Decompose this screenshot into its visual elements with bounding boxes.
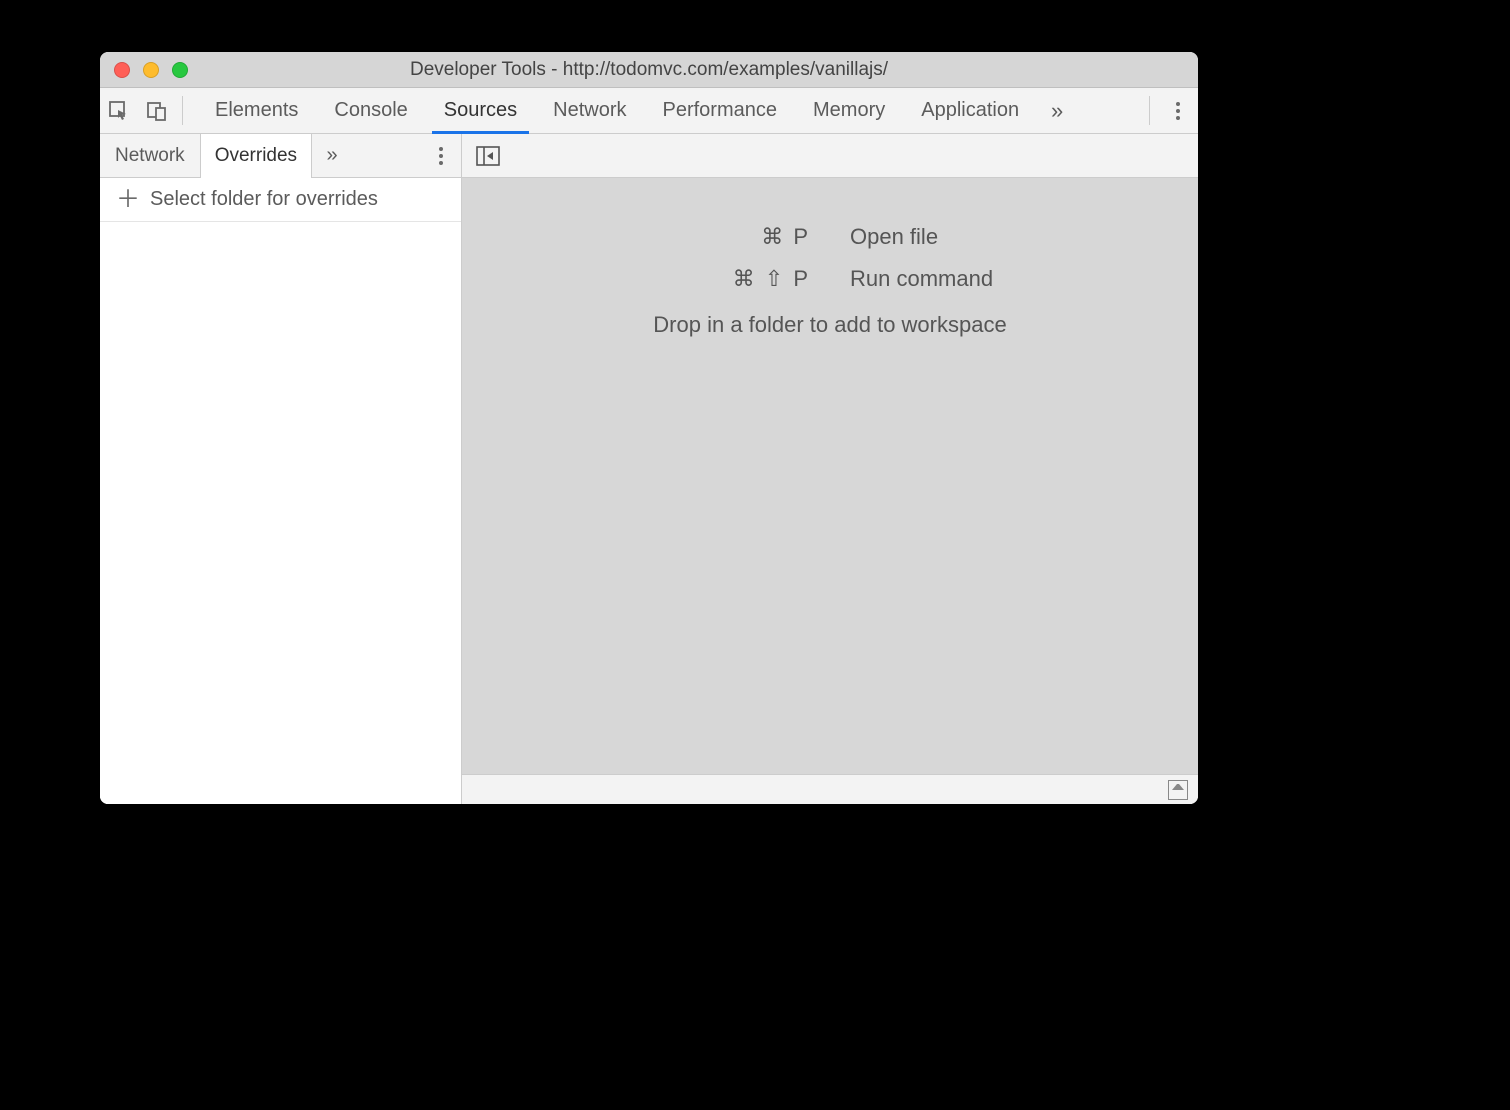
tab-sources[interactable]: Sources — [426, 88, 535, 133]
tab-label: Application — [921, 99, 1019, 122]
shortcut-keys: ⌘ ⇧ P — [462, 266, 810, 292]
tab-console[interactable]: Console — [316, 88, 425, 133]
tab-label: Console — [334, 99, 407, 122]
tabs-overflow-icon[interactable]: » — [1037, 88, 1077, 133]
show-drawer-icon[interactable] — [1168, 780, 1188, 800]
sidebar-tabstrip: Network Overrides » — [100, 134, 461, 178]
separator — [1149, 96, 1150, 125]
sources-sidebar: Network Overrides » ＋ Select folder for … — [100, 134, 462, 804]
tab-application[interactable]: Application — [903, 88, 1037, 133]
sidebar-menu-icon[interactable] — [421, 134, 461, 177]
panel-body: Network Overrides » ＋ Select folder for … — [100, 134, 1198, 804]
tab-network[interactable]: Network — [535, 88, 644, 133]
tab-label: Performance — [663, 99, 778, 122]
separator — [182, 96, 183, 125]
editor-area: ⌘ P Open file ⌘ ⇧ P Run command Drop in … — [462, 134, 1198, 804]
tab-label: Memory — [813, 99, 885, 122]
shortcut-run-command: ⌘ ⇧ P Run command — [462, 266, 1198, 292]
minimize-window-button[interactable] — [143, 62, 159, 78]
tab-memory[interactable]: Memory — [795, 88, 903, 133]
sidebar-tab-label: Overrides — [215, 145, 297, 167]
overrides-empty-area — [100, 222, 461, 804]
shortcut-open-file: ⌘ P Open file — [462, 224, 1198, 250]
device-toolbar-icon[interactable] — [138, 88, 176, 133]
close-window-button[interactable] — [114, 62, 130, 78]
tab-label: Network — [553, 99, 626, 122]
shortcut-keys: ⌘ P — [462, 224, 810, 250]
devtools-menu-icon[interactable] — [1158, 88, 1198, 133]
devtools-window: Developer Tools - http://todomvc.com/exa… — [100, 52, 1198, 804]
shortcut-label: Open file — [850, 224, 1198, 250]
window-controls — [100, 62, 188, 78]
tab-elements[interactable]: Elements — [197, 88, 316, 133]
sidebar-tab-overrides[interactable]: Overrides — [200, 134, 312, 177]
window-title: Developer Tools - http://todomvc.com/exa… — [100, 59, 1198, 81]
editor-empty-state: ⌘ P Open file ⌘ ⇧ P Run command Drop in … — [462, 178, 1198, 774]
sidebar-tab-network[interactable]: Network — [100, 134, 200, 177]
console-drawer-bar — [462, 774, 1198, 804]
plus-icon: ＋ — [116, 188, 140, 212]
editor-toolbar — [462, 134, 1198, 178]
titlebar: Developer Tools - http://todomvc.com/exa… — [100, 52, 1198, 88]
sidebar-tabs-overflow-icon[interactable]: » — [312, 134, 352, 177]
tab-label: Sources — [444, 99, 517, 122]
drop-folder-message: Drop in a folder to add to workspace — [653, 312, 1006, 338]
tab-performance[interactable]: Performance — [645, 88, 796, 133]
select-folder-for-overrides-button[interactable]: ＋ Select folder for overrides — [100, 178, 461, 222]
shortcut-label: Run command — [850, 266, 1198, 292]
zoom-window-button[interactable] — [172, 62, 188, 78]
tab-label: Elements — [215, 99, 298, 122]
main-tabs: Elements Console Sources Network Perform… — [197, 88, 1037, 133]
sidebar-tab-label: Network — [115, 145, 185, 167]
main-tabstrip: Elements Console Sources Network Perform… — [100, 88, 1198, 134]
collapse-navigator-icon[interactable] — [474, 145, 502, 167]
select-folder-label: Select folder for overrides — [150, 188, 378, 211]
inspect-element-icon[interactable] — [100, 88, 138, 133]
